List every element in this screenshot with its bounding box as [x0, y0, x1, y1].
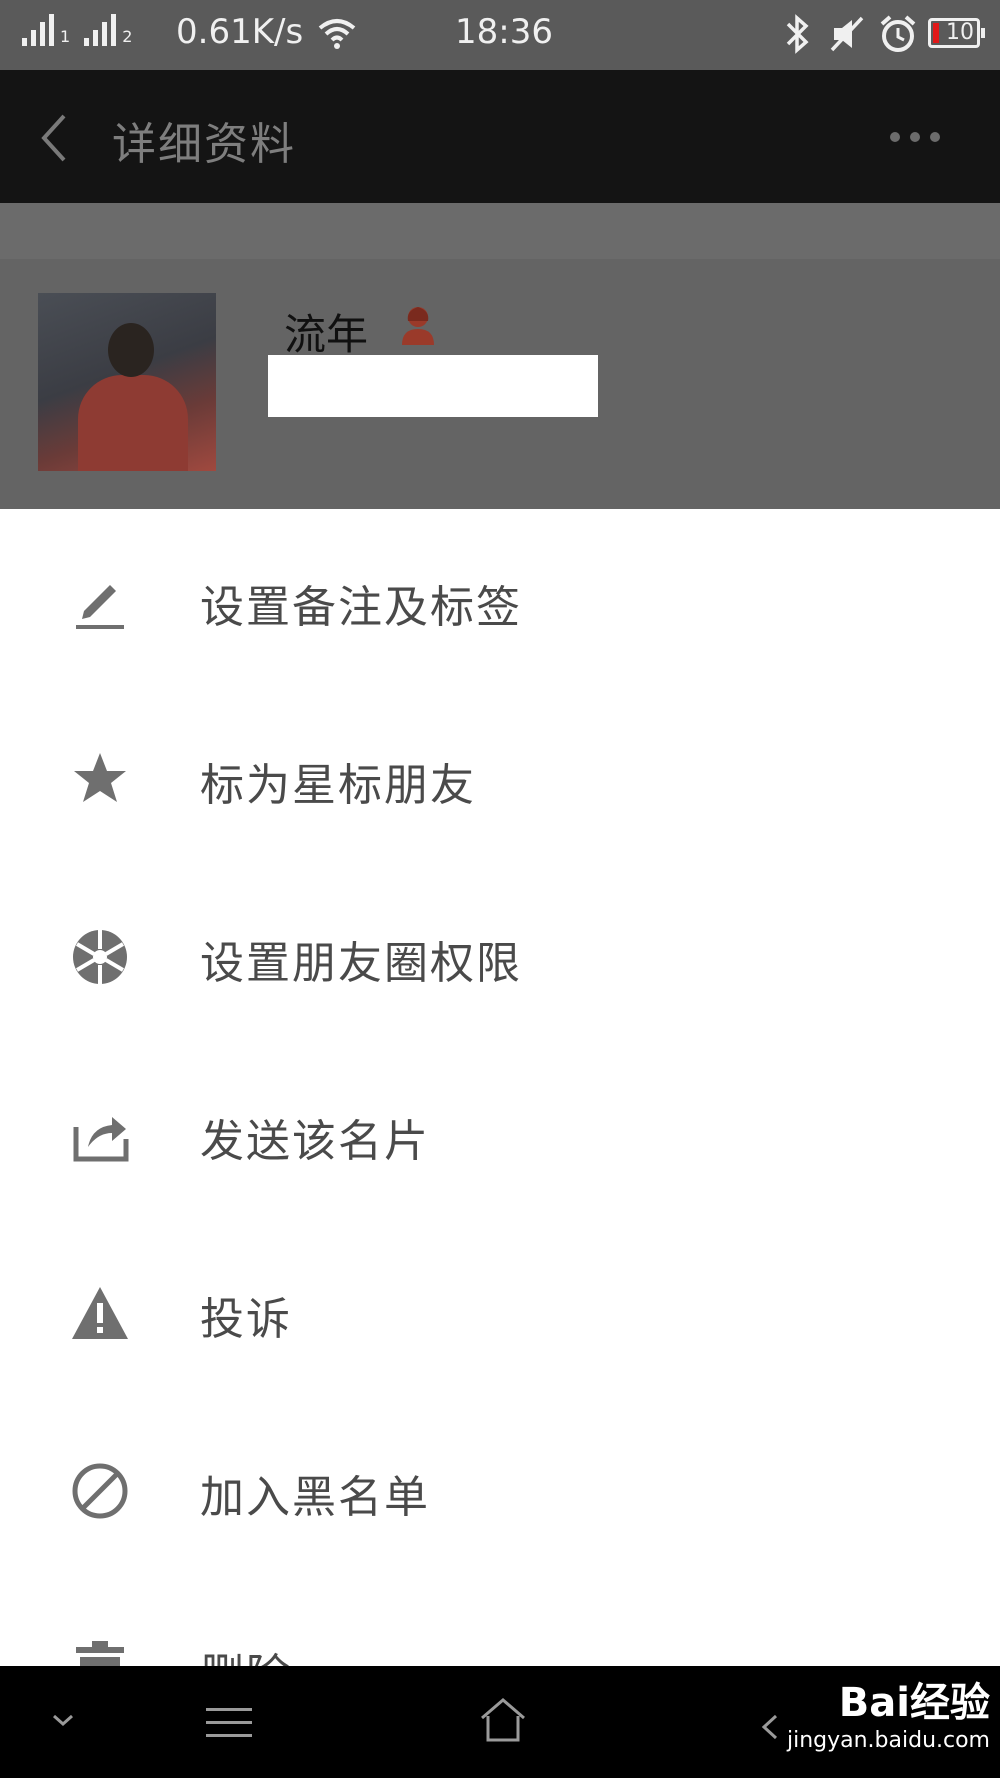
action-sheet: 设置备注及标签 标为星标朋友 设置朋友圈权限 发送该名片 投诉 加入黑名单: [0, 509, 1000, 1666]
watermark-brand: Bai经验: [838, 1680, 990, 1726]
menu-lines-icon[interactable]: [206, 1706, 252, 1740]
star-icon: [74, 753, 126, 802]
menu-item-label: 投诉: [200, 1294, 292, 1345]
female-user-icon: [402, 307, 434, 345]
watermark: Bai经验 jingyan.baidu.com: [760, 1670, 990, 1753]
menu-item-blacklist[interactable]: 加入黑名单: [0, 1399, 1000, 1577]
menu-item-label: 删除: [200, 1639, 292, 1666]
status-bar: 1 2 0.61K/s 18:36 10: [0, 0, 1000, 70]
trash-icon: [76, 1641, 124, 1666]
aperture-icon: [73, 930, 127, 984]
block-icon: [72, 1463, 128, 1519]
menu-item-report[interactable]: 投诉: [0, 1221, 1000, 1399]
net-speed: 0.61K/s: [176, 12, 304, 52]
page-title: 详细资料: [112, 119, 296, 170]
chevron-down-icon[interactable]: [48, 1708, 78, 1732]
menu-item-label: 标为星标朋友: [200, 760, 476, 811]
battery-icon: 10: [928, 18, 985, 48]
menu-item-label: 加入黑名单: [200, 1472, 430, 1523]
menu-item-label: 发送该名片: [200, 1116, 430, 1167]
menu-item-moments-permission[interactable]: 设置朋友圈权限: [0, 865, 1000, 1043]
more-options-icon[interactable]: [890, 125, 950, 149]
menu-item-label: 设置朋友圈权限: [200, 938, 522, 989]
sim2-label: 2: [122, 27, 133, 46]
screen: 1 2 0.61K/s 18:36 10 详细资料 流年 设置备注及标签 标为星…: [0, 0, 1000, 1778]
clock: 18:36: [455, 12, 553, 52]
signal-2-icon: [84, 12, 117, 46]
title-bar: 详细资料: [0, 70, 1000, 203]
redacted-id-box: [268, 355, 598, 417]
battery-level: 10: [946, 20, 974, 45]
menu-item-label: 设置备注及标签: [200, 582, 522, 633]
signal-1-icon: [22, 12, 54, 46]
watermark-url: jingyan.baidu.com: [786, 1728, 990, 1753]
share-icon: [73, 1117, 129, 1162]
profile-gap: [0, 203, 1000, 259]
alarm-icon: [880, 15, 916, 52]
bluetooth-icon: [786, 14, 809, 54]
menu-item-star-friend[interactable]: 标为星标朋友: [0, 687, 1000, 865]
menu-item-send-card[interactable]: 发送该名片: [0, 1043, 1000, 1221]
avatar: [38, 293, 216, 471]
sim1-label: 1: [60, 27, 71, 46]
home-icon[interactable]: [478, 1696, 528, 1746]
menu-item-delete[interactable]: 删除: [0, 1577, 1000, 1666]
warning-icon: [72, 1287, 128, 1339]
profile-overlay[interactable]: 流年: [0, 203, 1000, 509]
back-arrow-icon[interactable]: [32, 110, 80, 166]
signal-indicators: 1 2: [22, 12, 140, 46]
menu-item-set-remark[interactable]: 设置备注及标签: [0, 509, 1000, 687]
edit-pencil-icon: [76, 585, 124, 629]
mute-icon: [830, 16, 864, 52]
nickname: 流年: [284, 310, 369, 359]
wifi-icon: [318, 19, 356, 49]
